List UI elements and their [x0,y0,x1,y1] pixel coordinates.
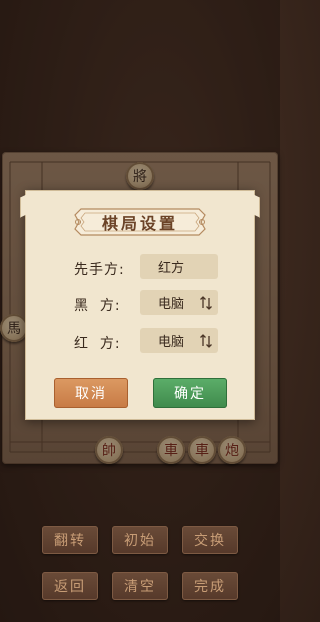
first-move-value: 红方 [158,261,185,276]
swap-label: 交换 [194,533,226,549]
black-side-select[interactable]: 电脑 [140,290,218,315]
first-move-row: 先手方: 红方 [26,254,254,282]
done-button[interactable]: 完成 [182,572,238,600]
dialog-title-banner: 棋局设置 [71,205,209,239]
black-side-label: 黑 方: [74,298,121,314]
red-side-label: 红 方: [74,336,121,352]
confirm-label: 确定 [174,386,206,402]
flip-label: 翻转 [54,533,86,549]
piece-chariot-red-2[interactable]: 車 [188,436,216,464]
red-side-row: 红 方: 电脑 [26,328,254,356]
initial-button[interactable]: 初始 [112,526,168,554]
black-side-row: 黑 方: 电脑 [26,290,254,318]
dialog-title: 棋局设置 [101,214,178,233]
piece-horse-black[interactable]: 馬 [0,314,28,342]
swap-arrows-icon[interactable] [200,334,212,348]
game-settings-dialog: 棋局设置 先手方: 红方 黑 方: 电脑 红 方: 电脑 取消 确定 [25,190,255,420]
black-side-value: 电脑 [158,297,185,312]
swap-button[interactable]: 交换 [182,526,238,554]
game-screen: 將 馬 帥 車 車 炮 棋局设置 先手方: 红方 黑 方: 电脑 红 方: 电脑… [0,0,280,622]
piece-label: 馬 [7,321,21,337]
first-move-select[interactable]: 红方 [140,254,218,279]
piece-label: 車 [164,443,178,459]
confirm-button[interactable]: 确定 [153,378,227,408]
done-label: 完成 [194,579,226,595]
initial-label: 初始 [124,533,156,549]
piece-label: 將 [133,169,147,185]
swap-arrows-icon[interactable] [200,296,212,310]
piece-general-black[interactable]: 將 [126,162,154,190]
piece-label: 帥 [102,443,116,459]
first-move-label: 先手方: [74,262,125,278]
flip-button[interactable]: 翻转 [42,526,98,554]
back-button[interactable]: 返回 [42,572,98,600]
cancel-button[interactable]: 取消 [54,378,128,408]
clear-label: 清空 [124,579,156,595]
red-side-value: 电脑 [158,335,185,350]
piece-chariot-red-1[interactable]: 車 [157,436,185,464]
piece-cannon-red[interactable]: 炮 [218,436,246,464]
cancel-label: 取消 [75,386,107,402]
piece-general-red[interactable]: 帥 [95,436,123,464]
red-side-select[interactable]: 电脑 [140,328,218,353]
clear-button[interactable]: 清空 [112,572,168,600]
piece-label: 車 [195,443,209,459]
back-label: 返回 [54,579,86,595]
piece-label: 炮 [225,443,239,459]
